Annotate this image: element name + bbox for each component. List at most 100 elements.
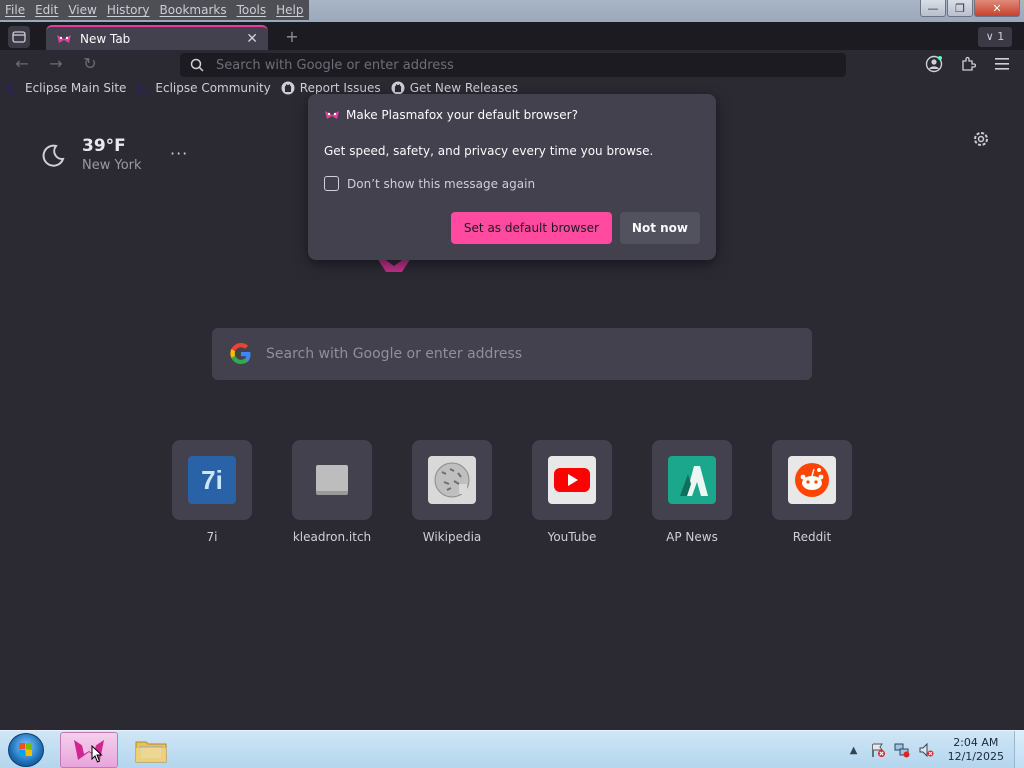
7i-icon: 7i <box>188 456 236 504</box>
eclipse-icon <box>137 82 151 94</box>
dont-show-again-checkbox[interactable] <box>324 176 339 191</box>
search-box[interactable] <box>212 328 812 380</box>
url-bar[interactable] <box>180 53 846 77</box>
bookmark-report-issues[interactable]: Report Issues <box>281 81 381 95</box>
window-controls: — ❐ ✕ <box>920 0 1020 17</box>
weather-temperature: 39°F <box>82 136 126 156</box>
minimize-button[interactable]: — <box>920 0 946 17</box>
taskbar-file-explorer[interactable] <box>122 732 180 768</box>
tab-new-tab[interactable]: New Tab ✕ <box>46 25 268 50</box>
menu-file[interactable]: File <box>0 0 30 20</box>
extensions-button[interactable] <box>958 54 978 74</box>
search-input[interactable] <box>266 346 796 362</box>
top-site-reddit[interactable]: Reddit <box>772 440 852 544</box>
site-tile <box>412 440 492 520</box>
menu-tools[interactable]: Tools <box>232 0 272 20</box>
set-default-browser-button[interactable]: Set as default browser <box>450 212 612 244</box>
reload-button[interactable]: ↻ <box>80 54 100 74</box>
clock-date: 12/1/2025 <box>947 750 1004 763</box>
menu-bar: File Edit View History Bookmarks Tools H… <box>0 0 309 20</box>
bookmark-label: Eclipse Community <box>155 81 271 95</box>
tab-list-button[interactable]: ∨ 1 <box>978 27 1012 47</box>
youtube-icon <box>548 456 596 504</box>
default-browser-dialog: Make Plasmafox your default browser? Get… <box>308 94 716 260</box>
navigation-bar: ← → ↻ <box>0 50 1024 78</box>
bookmark-eclipse-main-site[interactable]: Eclipse Main Site <box>6 81 126 95</box>
menu-history[interactable]: History <box>102 0 155 20</box>
clock-time: 2:04 AM <box>953 736 999 749</box>
taskbar: ▲ 2:04 AM 12/1/2025 <box>0 730 1024 768</box>
moon-icon <box>42 144 65 167</box>
dont-show-again-label: Don’t show this message again <box>347 176 536 191</box>
menu-help[interactable]: Help <box>271 0 308 20</box>
system-tray: ▲ 2:04 AM 12/1/2025 <box>846 731 1024 768</box>
account-icon <box>925 55 943 73</box>
weather-more-button[interactable]: ··· <box>170 144 188 163</box>
close-window-button[interactable]: ✕ <box>974 0 1020 17</box>
window-titlebar: File Edit View History Bookmarks Tools H… <box>0 0 1024 22</box>
clock[interactable]: 2:04 AM 12/1/2025 <box>948 736 1004 764</box>
site-label: kleadron.itch <box>292 530 372 544</box>
top-site-ap-news[interactable]: AP News <box>652 440 732 544</box>
show-desktop-button[interactable] <box>1014 731 1024 768</box>
app-menu-button[interactable] <box>992 54 1012 74</box>
volume-muted-icon[interactable] <box>918 742 934 758</box>
gear-icon <box>974 132 988 146</box>
folder-icon <box>135 741 167 763</box>
github-icon <box>391 81 405 95</box>
top-site-youtube[interactable]: YouTube <box>532 440 612 544</box>
plasmafox-icon <box>57 34 71 43</box>
action-center-flag-icon[interactable] <box>870 742 886 758</box>
wikipedia-icon <box>428 456 476 504</box>
site-label: Reddit <box>792 530 832 544</box>
menu-view[interactable]: View <box>63 0 101 20</box>
customize-button[interactable] <box>972 130 994 152</box>
taskbar-plasmafox[interactable] <box>60 732 118 768</box>
plasmafox-icon <box>325 111 339 119</box>
firefox-view-button[interactable] <box>8 26 30 48</box>
dont-show-again-option[interactable]: Don’t show this message again <box>324 176 700 191</box>
dialog-message: Get speed, safety, and privacy every tim… <box>324 144 654 158</box>
top-site-wikipedia[interactable]: Wikipedia <box>412 440 492 544</box>
bookmark-label: Report Issues <box>299 81 381 95</box>
weather-city: New York <box>82 158 142 173</box>
site-tile <box>532 440 612 520</box>
site-label: YouTube <box>547 530 597 544</box>
dialog-header: Make Plasmafox your default browser? <box>324 108 700 122</box>
top-site-7i[interactable]: 7i 7i <box>172 440 252 544</box>
weather-widget[interactable]: 39°F New York <box>40 136 142 173</box>
menu-bookmarks[interactable]: Bookmarks <box>155 0 232 20</box>
github-icon <box>281 81 295 95</box>
not-now-button[interactable]: Not now <box>619 212 700 244</box>
back-button[interactable]: ← <box>12 54 32 74</box>
url-input[interactable] <box>216 57 836 73</box>
top-sites: 7i 7i kleadron.itch Wikipedia YouTube AP… <box>172 440 852 544</box>
hamburger-icon <box>995 58 1009 70</box>
bookmark-get-new-releases[interactable]: Get New Releases <box>391 81 518 95</box>
start-button[interactable] <box>8 733 44 767</box>
reddit-icon <box>788 456 836 504</box>
bookmark-eclipse-community[interactable]: Eclipse Community <box>136 81 271 95</box>
site-label: Wikipedia <box>422 530 482 544</box>
network-icon[interactable] <box>894 742 910 758</box>
site-tile <box>652 440 732 520</box>
account-button[interactable] <box>924 54 944 74</box>
new-tab-button[interactable]: + <box>282 28 302 48</box>
puzzle-icon <box>962 56 976 71</box>
tab-strip: New Tab ✕ + ∨ 1 <box>0 22 1024 50</box>
eclipse-icon <box>7 82 20 94</box>
dialog-title: Make Plasmafox your default browser? <box>346 108 578 122</box>
forward-button[interactable]: → <box>46 54 66 74</box>
menu-edit[interactable]: Edit <box>30 0 63 20</box>
tab-close-icon[interactable]: ✕ <box>246 31 258 47</box>
dialog-buttons: Set as default browser Not now <box>450 212 700 244</box>
site-tile: 7i <box>172 440 252 520</box>
google-icon <box>230 343 251 364</box>
firefox-view-icon <box>12 31 26 43</box>
restore-button[interactable]: ❐ <box>947 0 973 17</box>
search-icon <box>190 58 204 72</box>
top-site-kleadron-itch[interactable]: kleadron.itch <box>292 440 372 544</box>
show-hidden-icons-button[interactable]: ▲ <box>846 742 862 758</box>
site-tile <box>772 440 852 520</box>
tab-title: New Tab <box>80 31 131 46</box>
